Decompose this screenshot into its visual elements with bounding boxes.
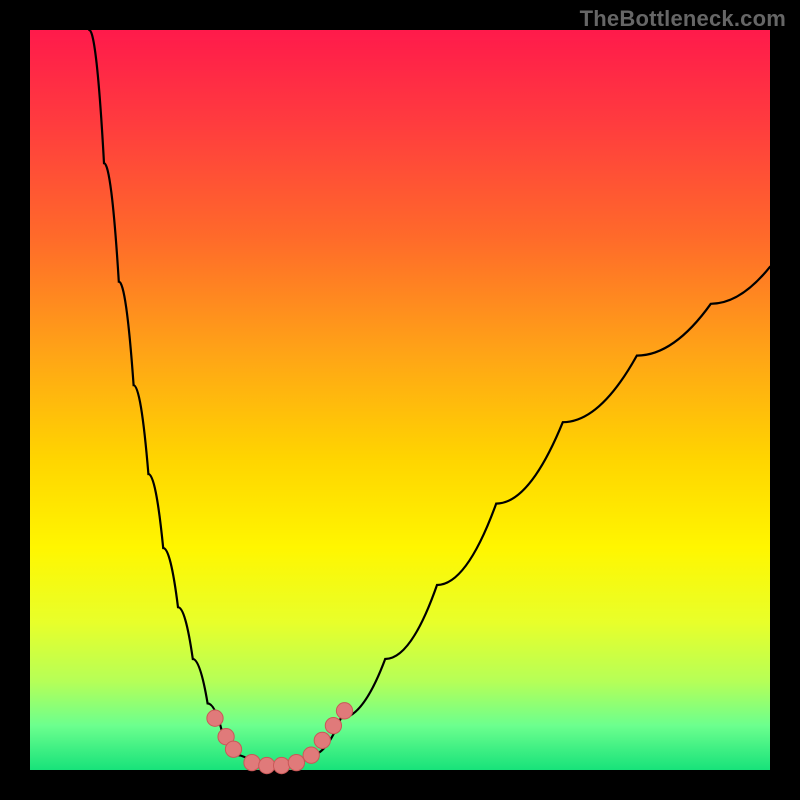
marker-dot [225,741,241,757]
plot-area [30,30,770,770]
marker-dot [207,710,223,726]
marker-dot [336,703,352,719]
marker-dot [325,717,341,733]
curve-group [89,30,770,766]
curve-right [311,267,770,755]
marker-dot [314,732,330,748]
curve-left [89,30,237,755]
marker-dot [288,754,304,770]
marker-dot [273,757,289,773]
marker-dot [303,747,319,763]
attribution-text: TheBottleneck.com [580,6,786,32]
chart-frame: TheBottleneck.com [0,0,800,800]
marker-dot [244,754,260,770]
marker-dot [259,757,275,773]
chart-svg [30,30,770,770]
